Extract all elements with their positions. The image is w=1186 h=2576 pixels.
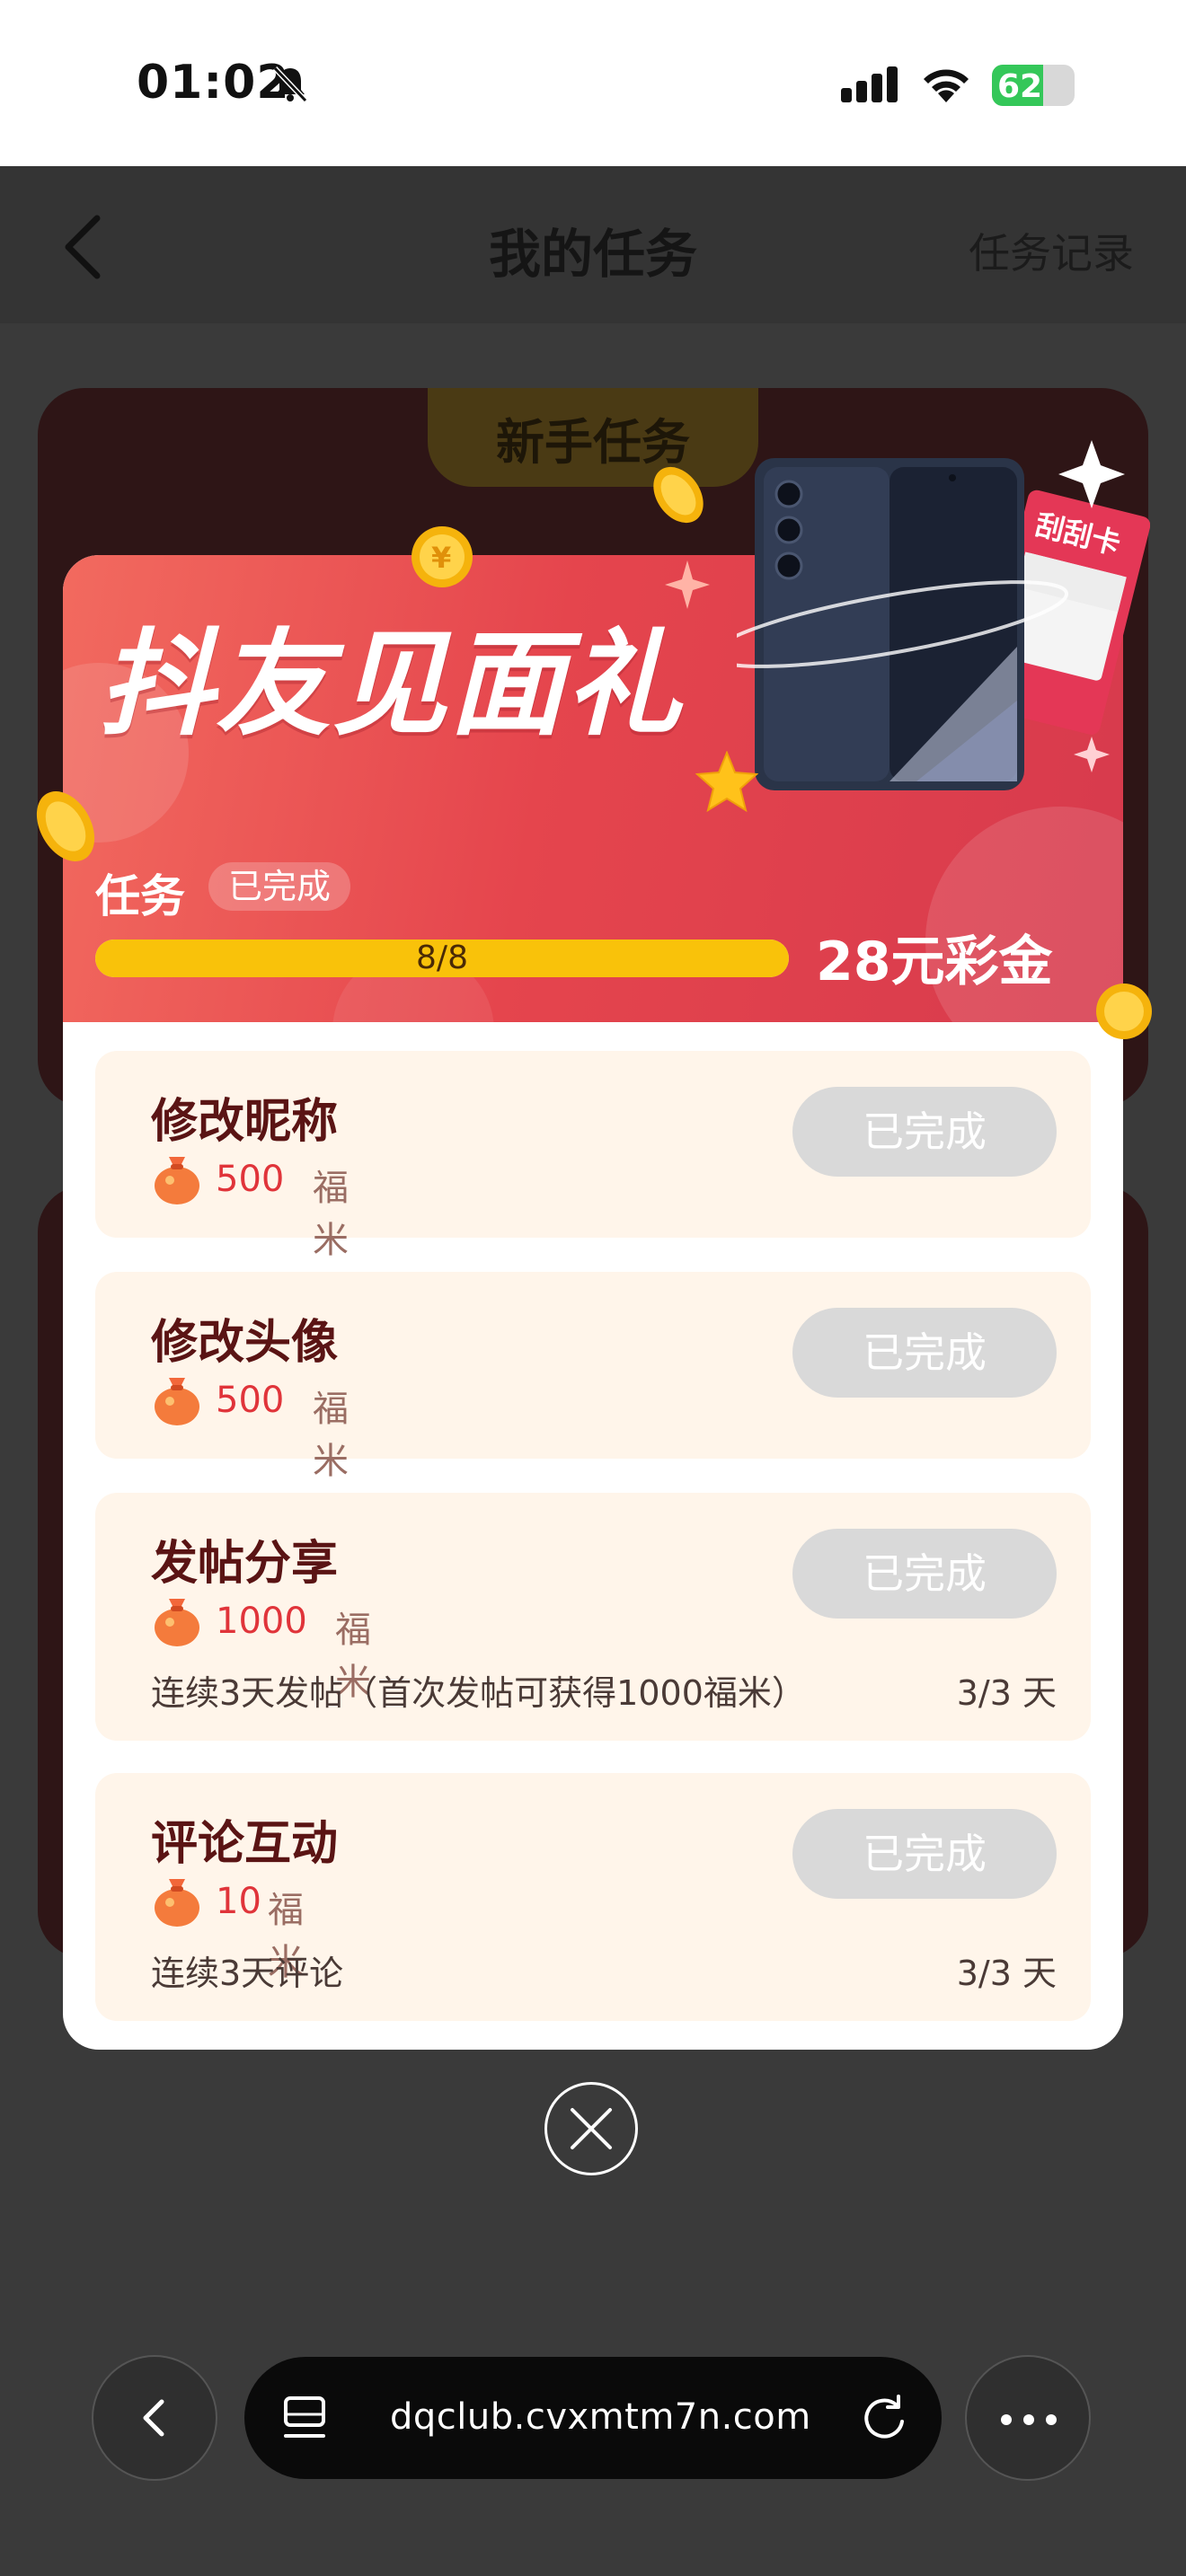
url-bar[interactable]: dqclub.cvxmtm7n.com — [244, 2357, 942, 2479]
battery-icon: 62 — [992, 65, 1075, 106]
reward-points: 1000 — [216, 1601, 307, 1642]
coin-icon — [1096, 984, 1152, 1039]
close-button[interactable] — [544, 2082, 638, 2175]
star-icon — [695, 751, 758, 812]
progress-text: 8/8 — [416, 940, 468, 976]
reward-points: 500 — [216, 1380, 285, 1421]
task-title: 发帖分享 — [151, 1537, 339, 1591]
task-label: 任务 — [95, 870, 185, 922]
task-description: 连续3天发帖（首次发帖可获得1000福米） — [151, 1673, 806, 1713]
task-card: 修改昵称 500 福米 已完成 — [95, 1051, 1091, 1261]
battery-level: 62 — [997, 68, 1043, 105]
tabs-icon[interactable] — [282, 2395, 327, 2441]
reload-icon[interactable] — [861, 2395, 907, 2441]
coin-icon — [653, 466, 704, 524]
browser-back-button[interactable] — [92, 2355, 217, 2481]
task-description: 连续3天评论 — [151, 1954, 344, 1993]
status-badge: 已完成 — [208, 862, 351, 911]
reward-amount: 28元彩金 — [816, 931, 1053, 993]
close-icon — [571, 2108, 612, 2149]
task-count: 3/3 天 — [956, 1673, 1057, 1713]
coin-icon: ¥ — [412, 526, 473, 587]
back-icon — [143, 2399, 164, 2437]
wifi-icon — [924, 69, 969, 102]
money-bag-icon — [155, 1157, 199, 1204]
task-title: 修改头像 — [151, 1316, 339, 1370]
money-bag-icon — [155, 1378, 199, 1425]
money-bag-icon — [155, 1879, 199, 1927]
completed-button[interactable]: 已完成 — [792, 1087, 1057, 1177]
task-card: 修改头像 500 福米 已完成 — [95, 1272, 1091, 1482]
hero-title: 抖友见面礼 — [99, 618, 684, 752]
coin-icon — [36, 791, 95, 861]
task-title: 修改昵称 — [151, 1095, 339, 1149]
completed-button[interactable]: 已完成 — [792, 1809, 1057, 1899]
completed-button[interactable]: 已完成 — [792, 1308, 1057, 1398]
task-record-link[interactable]: 任务记录 — [969, 221, 1134, 280]
signal-icon — [841, 66, 898, 102]
reward-points: 10 — [216, 1881, 261, 1922]
svg-text:¥: ¥ — [431, 541, 451, 575]
reward-unit: 福米 — [313, 1389, 349, 1482]
task-card: 发帖分享 1000 福米 已完成 连续3天发帖（首次发帖可获得1000福米） 3… — [95, 1493, 1091, 1741]
phone-illustration: 刮刮卡 — [737, 440, 1150, 790]
task-count: 3/3 天 — [956, 1954, 1057, 1993]
url-text[interactable]: dqclub.cvxmtm7n.com — [390, 2396, 811, 2438]
more-icon — [1001, 2414, 1057, 2425]
completed-button[interactable]: 已完成 — [792, 1529, 1057, 1619]
browser-more-button[interactable] — [965, 2355, 1091, 2481]
money-bag-icon — [155, 1599, 199, 1646]
reward-unit: 福米 — [313, 1168, 349, 1261]
reward-points: 500 — [216, 1159, 285, 1200]
sparkle-icon — [665, 560, 710, 609]
status-bar: 01:02 62 — [0, 0, 1186, 166]
bell-off-icon — [272, 66, 308, 103]
status-time: 01:02 — [137, 56, 290, 110]
task-title: 评论互动 — [151, 1817, 339, 1871]
progress-bar: 8/8 — [95, 940, 789, 977]
task-card: 评论互动 10 福米 已完成 连续3天评论 3/3 天 — [95, 1773, 1091, 2021]
